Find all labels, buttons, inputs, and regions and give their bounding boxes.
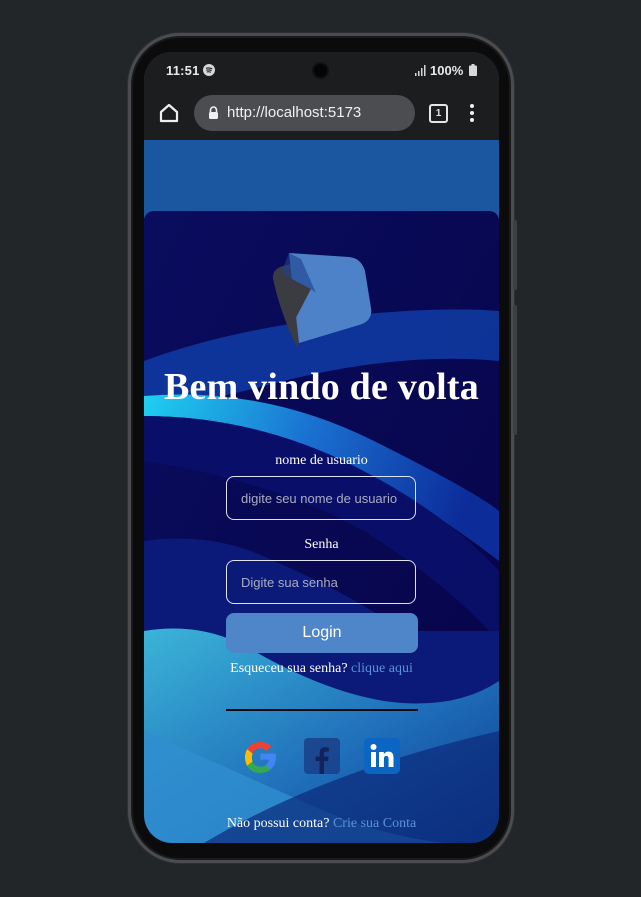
facebook-login-button[interactable] [302,736,342,776]
linkedin-icon [364,738,400,774]
signup-link[interactable]: Crie sua Conta [333,816,416,831]
phone-screen: 11:51 100% http://localhost:5173 1 Bem v… [144,52,499,843]
battery-icon [469,64,477,79]
login-card: Bem vindo de volta nome de usuario Senha… [144,211,499,843]
page-title: Bem vindo de volta [163,366,479,408]
url-text: http://localhost:5173 [227,104,362,121]
linkedin-login-button[interactable] [362,736,402,776]
login-button[interactable]: Login [226,613,418,653]
status-time: 11:51 [166,63,200,78]
divider [226,709,418,711]
status-bar: 11:51 100% [144,52,499,90]
address-bar[interactable]: http://localhost:5173 [194,95,415,131]
username-label: nome de usuario [275,453,368,468]
facebook-icon [304,738,340,774]
page-background: Bem vindo de volta nome de usuario Senha… [144,140,499,843]
google-icon [245,742,276,773]
phone-side-button [513,305,517,435]
forgot-password-link[interactable]: clique aqui [351,661,413,676]
password-input[interactable] [226,560,416,604]
browser-toolbar: http://localhost:5173 1 [144,90,499,140]
spotify-icon [203,64,215,79]
signup-row: Não possui conta? Crie sua Conta [144,816,499,832]
password-label: Senha [304,537,339,552]
username-input[interactable] [226,476,416,520]
battery-level: 100% [430,63,464,78]
signal-icon [415,64,427,79]
lock-icon [208,106,219,123]
forgot-password-text: Esqueceu sua senha? [230,661,348,676]
more-menu-icon[interactable] [469,103,475,128]
google-login-button[interactable] [240,736,280,776]
app-logo-icon [272,253,372,347]
signup-text: Não possui conta? [226,816,330,831]
forgot-password-row: Esqueceu sua senha? clique aqui [144,661,499,677]
tab-switcher-icon[interactable]: 1 [429,104,448,123]
phone-side-button [513,220,517,290]
front-camera-icon [314,64,327,77]
home-icon[interactable] [158,102,180,129]
